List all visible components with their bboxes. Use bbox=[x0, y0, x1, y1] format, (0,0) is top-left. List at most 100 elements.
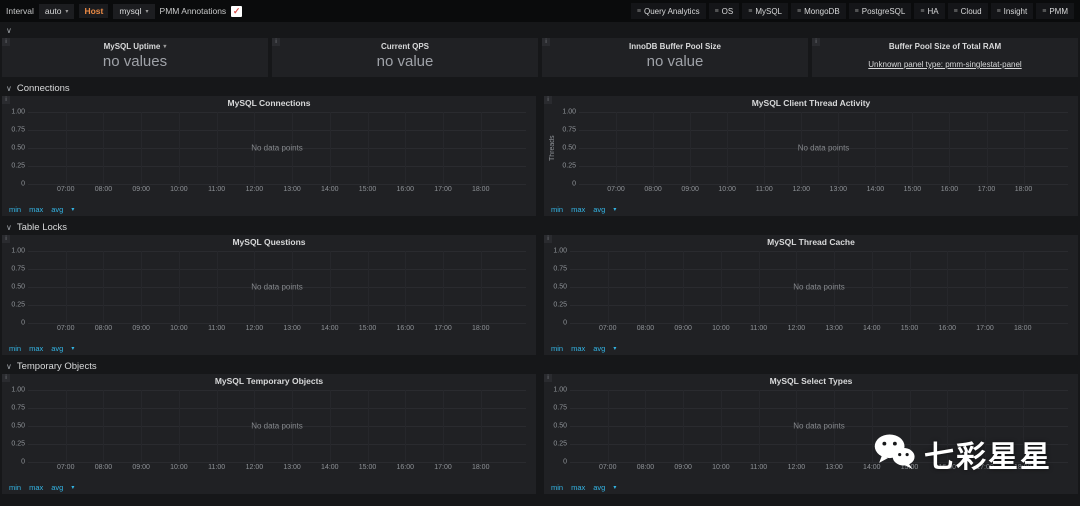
panel-title[interactable]: MySQL Select Types bbox=[544, 374, 1078, 388]
caret-down-icon[interactable]: ▾ bbox=[613, 206, 616, 213]
grid-line bbox=[103, 112, 105, 184]
section-header[interactable]: ∨ Table Locks bbox=[0, 220, 1080, 235]
grid-line bbox=[909, 390, 911, 462]
legend-stat-link[interactable]: max bbox=[571, 483, 585, 492]
panel-title[interactable]: MySQL Thread Cache bbox=[544, 235, 1078, 249]
plot-area[interactable]: No data points bbox=[28, 390, 526, 463]
caret-down-icon[interactable]: ▾ bbox=[71, 484, 74, 491]
menu-icon: ≡ bbox=[953, 7, 958, 15]
caret-down-icon[interactable]: ▾ bbox=[613, 345, 616, 352]
panel-info-icon[interactable]: i bbox=[2, 235, 10, 243]
y-axis-tick: 0 bbox=[21, 319, 25, 327]
panel-title[interactable]: Buffer Pool Size of Total RAM bbox=[812, 38, 1078, 51]
legend-stat-link[interactable]: avg bbox=[51, 205, 63, 214]
legend-stat-link[interactable]: min bbox=[9, 344, 21, 353]
grid-line bbox=[1022, 390, 1024, 462]
panel-title[interactable]: Current QPS bbox=[272, 38, 538, 51]
grid-line bbox=[443, 251, 444, 323]
panel-title[interactable]: MySQL Questions bbox=[2, 235, 536, 249]
nav-query-analytics[interactable]: ≡ Query Analytics bbox=[630, 3, 706, 19]
x-axis-tick: 09:00 bbox=[681, 186, 699, 193]
legend-stat-link[interactable]: max bbox=[29, 483, 43, 492]
nav-cloud[interactable]: ≡ Cloud bbox=[947, 3, 988, 19]
legend-stat-link[interactable]: min bbox=[9, 483, 21, 492]
chevron-down-icon: ∨ bbox=[6, 84, 12, 93]
caret-down-icon[interactable]: ▾ bbox=[71, 206, 74, 213]
x-axis-tick: 17:00 bbox=[434, 186, 452, 193]
panel-title[interactable]: InnoDB Buffer Pool Size bbox=[542, 38, 808, 51]
legend-stat-link[interactable]: avg bbox=[51, 344, 63, 353]
legend-stat-link[interactable]: min bbox=[551, 205, 563, 214]
x-axis-tick: 12:00 bbox=[792, 186, 811, 193]
plot-area[interactable]: No data points bbox=[570, 251, 1068, 324]
grid-line bbox=[103, 251, 105, 323]
legend-stat-link[interactable]: max bbox=[571, 205, 585, 214]
legend-stat-link[interactable]: min bbox=[551, 344, 563, 353]
caret-down-icon[interactable]: ▾ bbox=[71, 345, 74, 352]
panel-info-icon[interactable]: i bbox=[2, 96, 10, 104]
legend: min max avg ▾ bbox=[544, 342, 1078, 355]
section-temporary-objects: ∨ Temporary Objects i MySQL Temporary Ob… bbox=[0, 359, 1080, 494]
caret-down-icon[interactable]: ▾ bbox=[613, 484, 616, 491]
nav-pmm[interactable]: ≡ PMM bbox=[1036, 3, 1074, 19]
interval-select[interactable]: auto ▾ bbox=[38, 3, 75, 19]
legend: min max avg ▾ bbox=[2, 342, 536, 355]
plot-area[interactable]: No data points bbox=[28, 251, 526, 324]
grid-line bbox=[65, 112, 67, 184]
chevron-down-icon[interactable]: ∨ bbox=[6, 26, 12, 35]
y-axis-tick: 0.50 bbox=[553, 283, 567, 291]
panel-title[interactable]: MySQL Temporary Objects bbox=[2, 374, 536, 388]
host-select[interactable]: mysql ▾ bbox=[113, 3, 155, 19]
nav-mysql[interactable]: ≡ MySQL bbox=[742, 3, 788, 19]
panel-info-icon[interactable]: i bbox=[544, 96, 552, 104]
x-axis-tick: 18:00 bbox=[471, 186, 490, 193]
panel-info-icon[interactable]: i bbox=[544, 374, 552, 382]
section-header[interactable]: ∨ Connections bbox=[0, 81, 1080, 96]
legend-stat-link[interactable]: max bbox=[571, 344, 585, 353]
y-axis-tick: 0.50 bbox=[11, 422, 25, 430]
panel-info-icon[interactable]: i bbox=[542, 38, 550, 46]
legend-stat-link[interactable]: min bbox=[551, 483, 563, 492]
panel-error-text[interactable]: Unknown panel type: pmm-singlestat-panel bbox=[812, 60, 1078, 69]
legend-stat-link[interactable]: max bbox=[29, 344, 43, 353]
legend-stat-link[interactable]: max bbox=[29, 205, 43, 214]
plot-area[interactable]: No data points bbox=[570, 390, 1068, 463]
nav-mongodb[interactable]: ≡ MongoDB bbox=[791, 3, 846, 19]
legend-stat-link[interactable]: avg bbox=[593, 205, 605, 214]
legend-stat-link[interactable]: avg bbox=[593, 483, 605, 492]
y-axis-tick: 0.75 bbox=[553, 404, 567, 412]
x-axis-tick: 10:00 bbox=[170, 464, 188, 471]
x-axis-tick: 14:00 bbox=[321, 464, 339, 471]
panel-title[interactable]: MySQL Uptime ▾ bbox=[2, 38, 268, 51]
panel-info-icon[interactable]: i bbox=[812, 38, 820, 46]
nav-postgresql[interactable]: ≡ PostgreSQL bbox=[848, 3, 912, 19]
panel-info-icon[interactable]: i bbox=[2, 374, 10, 382]
x-axis-tick: 13:00 bbox=[825, 325, 843, 332]
nav-insight[interactable]: ≡ Insight bbox=[990, 3, 1034, 19]
legend-stat-link[interactable]: avg bbox=[51, 483, 63, 492]
x-axis-tick: 18:00 bbox=[1014, 186, 1033, 193]
grid-line bbox=[947, 390, 949, 462]
panel-title[interactable]: MySQL Client Thread Activity bbox=[544, 96, 1078, 110]
panel-info-icon[interactable]: i bbox=[2, 38, 10, 46]
plot-area[interactable]: No data points bbox=[579, 112, 1068, 185]
interval-value: auto bbox=[44, 6, 62, 16]
pmm-annotations-label[interactable]: PMM Annotations bbox=[160, 6, 227, 16]
panel-title[interactable]: MySQL Connections bbox=[2, 96, 536, 110]
nav-os[interactable]: ≡ OS bbox=[708, 3, 740, 19]
nav-ha[interactable]: ≡ HA bbox=[914, 3, 945, 19]
x-axis-tick: 18:00 bbox=[471, 464, 490, 471]
legend-stat-link[interactable]: avg bbox=[593, 344, 605, 353]
x-axis: 07:00 08:00 09:00 10:00 11:00 12:00 13:00 14:00… bbox=[579, 184, 1068, 196]
grid-line bbox=[683, 251, 685, 323]
section-header[interactable]: ∨ Temporary Objects bbox=[0, 359, 1080, 374]
panel-info-icon[interactable]: i bbox=[272, 38, 280, 46]
legend-stat-link[interactable]: min bbox=[9, 205, 21, 214]
panel-info-icon[interactable]: i bbox=[544, 235, 552, 243]
panel-row: i MySQL Temporary Objects 1.00 0.75 0.50 0.… bbox=[0, 374, 1080, 494]
x-axis-tick: 07:00 bbox=[56, 464, 75, 471]
nav-label: MongoDB bbox=[804, 6, 840, 16]
plot-area[interactable]: No data points bbox=[28, 112, 526, 185]
y-axis-tick: 0 bbox=[21, 180, 25, 188]
pmm-annotations-checkbox[interactable]: ✓ bbox=[231, 5, 243, 17]
